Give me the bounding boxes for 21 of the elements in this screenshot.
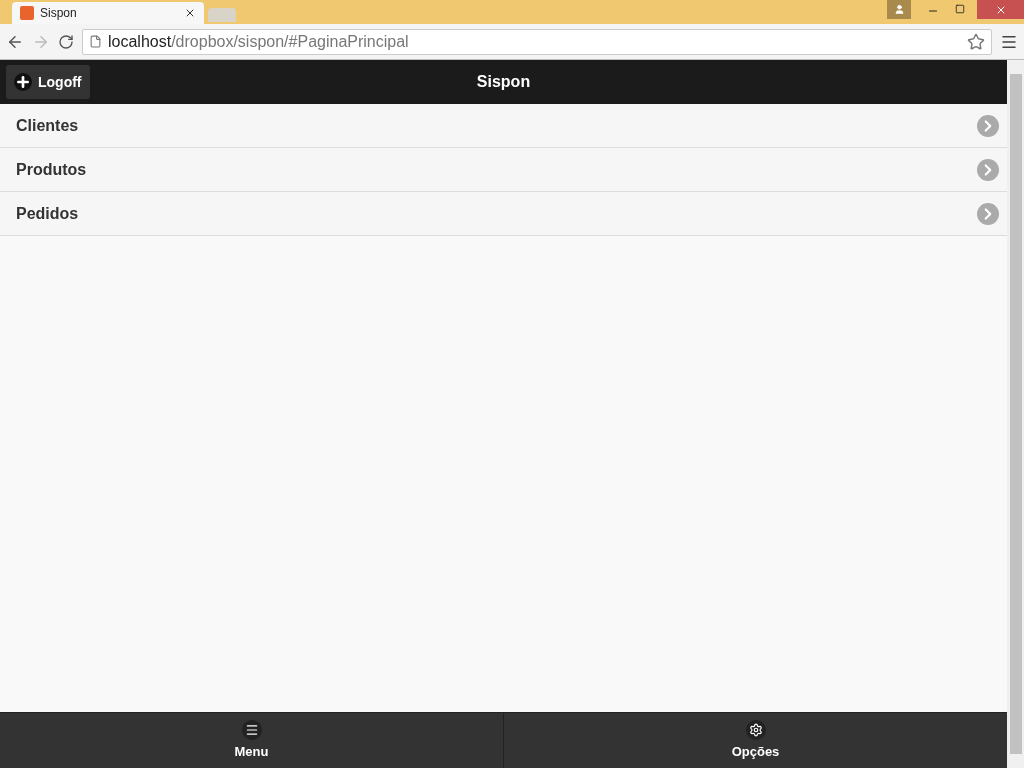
page-icon: [89, 35, 102, 48]
menu-icon: [241, 719, 262, 740]
app-logo-icon: [20, 6, 34, 20]
chevron-right-icon: [977, 114, 999, 137]
page-title: Sispon: [476, 72, 531, 92]
plus-icon: [14, 73, 32, 91]
url-text: localhost/dropbox/sispon/#PaginaPrincipal: [108, 31, 410, 52]
reload-icon[interactable]: [58, 33, 74, 50]
browser-tab[interactable]: Sispon: [12, 2, 204, 24]
chevron-right-icon: [977, 202, 999, 225]
star-icon[interactable]: [967, 32, 985, 51]
chevron-right-icon: [977, 158, 999, 181]
footer-tab[interactable]: Menu: [0, 713, 503, 768]
close-icon[interactable]: [184, 7, 196, 19]
address-bar[interactable]: localhost/dropbox/sispon/#PaginaPrincipal: [82, 28, 992, 55]
logoff-button[interactable]: Logoff: [6, 65, 90, 99]
gear-icon: [745, 719, 766, 740]
tab-title: Sispon: [40, 5, 78, 22]
scrollbar[interactable]: [1007, 60, 1024, 768]
restore-icon[interactable]: [955, 4, 965, 14]
user-icon[interactable]: [887, 0, 911, 19]
